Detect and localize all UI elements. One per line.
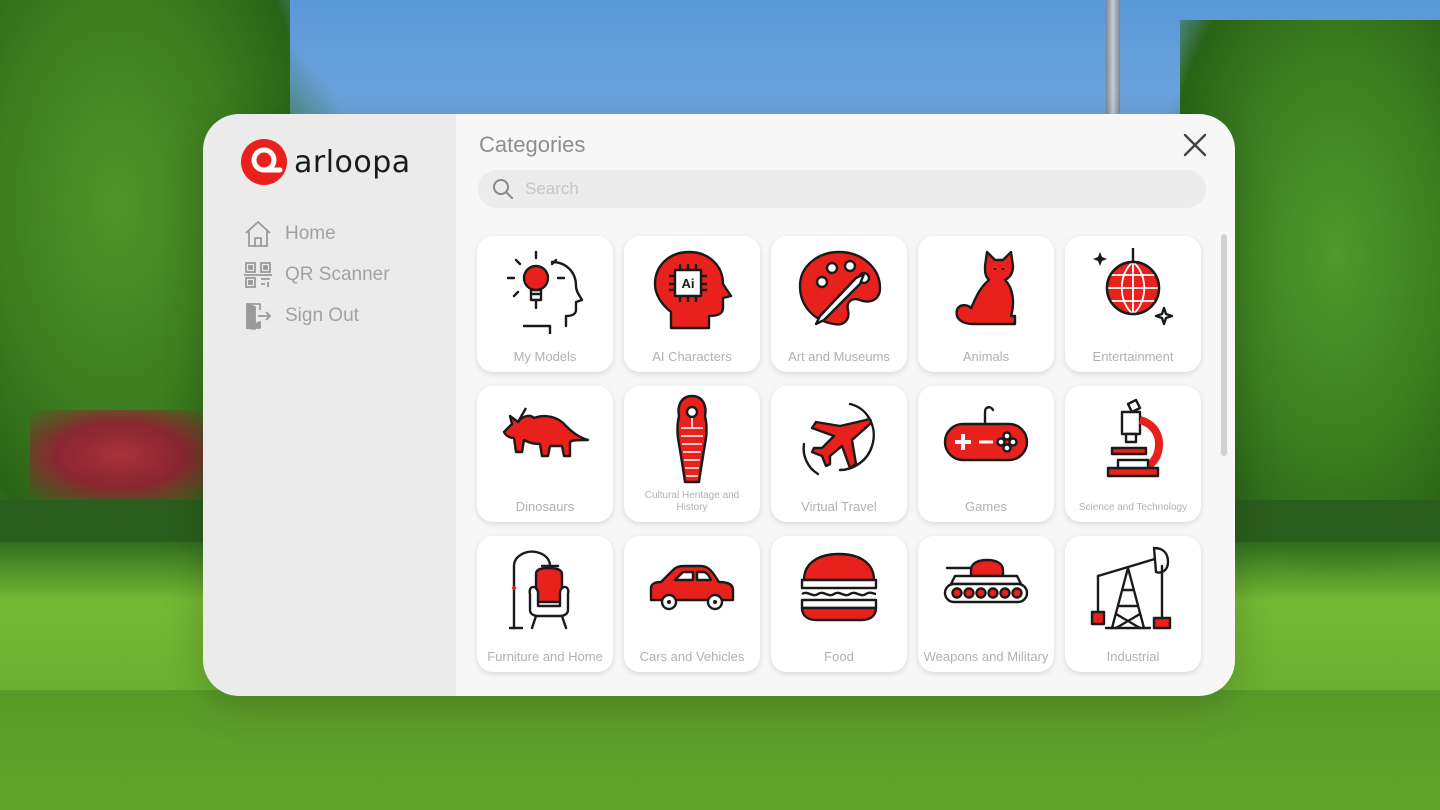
category-label: My Models bbox=[513, 349, 577, 364]
background-red-shrub bbox=[30, 410, 210, 500]
disco-ball-icon bbox=[1093, 248, 1174, 326]
sidebar-item-qr-scanner[interactable]: QR Scanner bbox=[243, 254, 390, 295]
armchair-lamp-icon bbox=[508, 550, 570, 630]
category-card-cars-vehicles[interactable]: Cars and Vehicles bbox=[624, 536, 760, 672]
sidebar-item-home[interactable]: Home bbox=[243, 213, 390, 254]
category-label: Animals bbox=[962, 349, 1010, 364]
gamepad-icon bbox=[943, 406, 1029, 462]
background-tower bbox=[1106, 0, 1120, 118]
app-logo[interactable]: arloopa bbox=[240, 138, 411, 186]
category-card-art-and-museums[interactable]: Art and Museums bbox=[771, 236, 907, 372]
scrollbar-thumb[interactable] bbox=[1221, 234, 1227, 456]
sarcophagus-icon bbox=[676, 394, 708, 484]
category-card-dinosaurs[interactable]: Dinosaurs bbox=[477, 386, 613, 522]
category-grid: My Models Ai AI Characters Art and Museu… bbox=[477, 236, 1201, 672]
category-label: Dinosaurs bbox=[515, 499, 575, 514]
search-icon bbox=[493, 179, 513, 199]
burger-icon bbox=[800, 552, 878, 622]
category-card-my-models[interactable]: My Models bbox=[477, 236, 613, 372]
categories-window: arloopa Home QR Scanner Sign Out Categor… bbox=[203, 114, 1235, 696]
sidebar-item-label: Home bbox=[285, 222, 336, 244]
cat-icon bbox=[955, 250, 1017, 326]
close-icon[interactable] bbox=[1182, 132, 1208, 158]
category-label: Weapons and Military bbox=[923, 649, 1049, 664]
arloopa-logo-icon bbox=[241, 139, 287, 185]
category-label: Furniture and Home bbox=[487, 649, 603, 664]
category-card-animals[interactable]: Animals bbox=[918, 236, 1054, 372]
sidebar: arloopa Home QR Scanner Sign Out bbox=[203, 114, 456, 696]
category-label: Industrial bbox=[1106, 649, 1160, 664]
category-card-science-technology[interactable]: Science and Technology bbox=[1065, 386, 1201, 522]
home-icon bbox=[245, 220, 271, 247]
category-card-entertainment[interactable]: Entertainment bbox=[1065, 236, 1201, 372]
sidebar-item-label: Sign Out bbox=[285, 304, 359, 326]
category-label: AI Characters bbox=[652, 349, 732, 364]
category-label: Cultural Heritage and History bbox=[644, 490, 740, 513]
category-label: Cars and Vehicles bbox=[639, 649, 745, 664]
microscope-icon bbox=[1106, 398, 1163, 478]
search-bar bbox=[478, 170, 1206, 208]
category-card-cultural-heritage[interactable]: Cultural Heritage and History bbox=[624, 386, 760, 522]
oil-pump-icon bbox=[1090, 546, 1172, 630]
category-card-furniture-home[interactable]: Furniture and Home bbox=[477, 536, 613, 672]
page-title: Categories bbox=[479, 132, 586, 157]
category-label: Science and Technology bbox=[1078, 502, 1188, 513]
sidebar-item-sign-out[interactable]: Sign Out bbox=[243, 295, 390, 336]
logo-text: arloopa bbox=[294, 144, 411, 180]
category-label: Virtual Travel bbox=[801, 499, 877, 514]
qr-code-icon bbox=[244, 261, 272, 288]
background-lawn-shadow bbox=[0, 690, 1440, 810]
category-label: Entertainment bbox=[1092, 349, 1174, 364]
paint-palette-icon bbox=[798, 250, 882, 326]
sign-out-icon bbox=[246, 302, 271, 330]
sidebar-nav: Home QR Scanner Sign Out bbox=[243, 213, 390, 336]
car-icon bbox=[649, 564, 735, 611]
category-card-games[interactable]: Games bbox=[918, 386, 1054, 522]
category-card-industrial[interactable]: Industrial bbox=[1065, 536, 1201, 672]
lightbulb-head-icon bbox=[506, 250, 584, 334]
category-card-weapons-military[interactable]: Weapons and Military bbox=[918, 536, 1054, 672]
sidebar-item-label: QR Scanner bbox=[285, 263, 390, 285]
ai-head-icon: Ai bbox=[653, 250, 733, 330]
category-label: Games bbox=[965, 499, 1007, 514]
tank-icon bbox=[943, 558, 1029, 604]
main-panel: Categories My Models bbox=[456, 114, 1235, 696]
svg-text:Ai: Ai bbox=[682, 276, 695, 291]
search-input[interactable] bbox=[523, 178, 1187, 200]
airplane-icon bbox=[802, 402, 875, 476]
category-card-ai-characters[interactable]: Ai AI Characters bbox=[624, 236, 760, 372]
category-label: Art and Museums bbox=[788, 349, 890, 364]
category-card-virtual-travel[interactable]: Virtual Travel bbox=[771, 386, 907, 522]
triceratops-icon bbox=[502, 407, 590, 458]
category-card-food[interactable]: Food bbox=[771, 536, 907, 672]
category-label: Food bbox=[824, 649, 854, 664]
